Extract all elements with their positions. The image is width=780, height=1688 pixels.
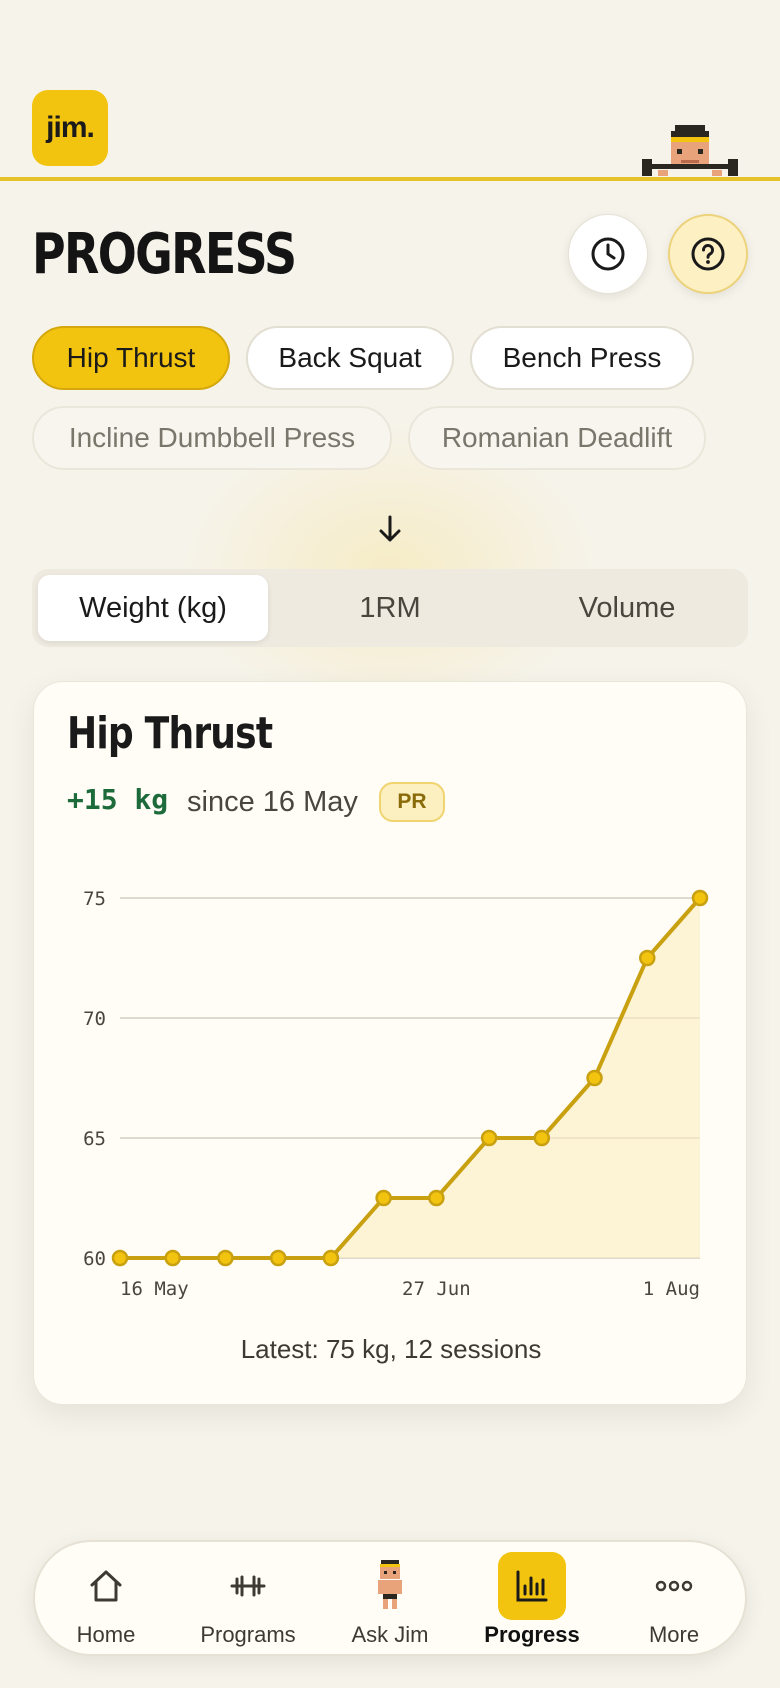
exercise-chip-romanian-deadlift[interactable]: Romanian Deadlift bbox=[408, 406, 706, 470]
x-tick-label: 16 May bbox=[120, 1278, 189, 1300]
clock-icon bbox=[591, 237, 625, 271]
y-tick-label: 65 bbox=[83, 1128, 106, 1150]
chart-point[interactable] bbox=[269, 1249, 287, 1267]
y-tick-label: 60 bbox=[83, 1248, 106, 1270]
progress-chart: 60 65 70 75 16 May 27 Jun 1 Aug bbox=[83, 888, 709, 1300]
metric-tab-1rm[interactable]: 1RM bbox=[275, 575, 505, 641]
app-logo[interactable]: jim. bbox=[32, 90, 108, 166]
chart-caption: Latest: 75 kg, 12 sessions bbox=[240, 1334, 542, 1364]
chart-point[interactable] bbox=[639, 949, 656, 967]
history-button[interactable] bbox=[568, 214, 648, 294]
bar-chart-icon bbox=[498, 1552, 566, 1620]
nav-label-more: More bbox=[648, 1622, 700, 1647]
exercise-chip-back-squat[interactable]: Back Squat bbox=[246, 326, 454, 390]
chart-point[interactable] bbox=[164, 1249, 181, 1267]
chart-point[interactable] bbox=[375, 1189, 392, 1207]
exercise-chip-bench-press[interactable]: Bench Press bbox=[470, 326, 694, 390]
nav-label-progress: Progress bbox=[484, 1622, 580, 1647]
home-icon bbox=[72, 1552, 140, 1620]
chart-point[interactable] bbox=[480, 1129, 498, 1147]
bottom-nav: Home Programs Ask Jim Progress More bbox=[33, 1540, 747, 1656]
chart-point[interactable] bbox=[533, 1129, 551, 1147]
nav-more[interactable]: More bbox=[603, 1542, 745, 1658]
chart-point[interactable] bbox=[586, 1069, 603, 1087]
progress-card: Hip Thrust +15 kg since 16 May PR 60 65 70… bbox=[33, 681, 747, 1405]
lifting-mascot-icon bbox=[642, 125, 738, 176]
x-tick-label: 1 Aug bbox=[643, 1278, 700, 1300]
help-button[interactable] bbox=[668, 214, 748, 294]
app-header: jim. bbox=[0, 0, 780, 182]
nav-label-home: Home bbox=[76, 1622, 136, 1647]
chart-point[interactable] bbox=[322, 1249, 340, 1267]
metric-segmented-control: Weight (kg) 1RM Volume bbox=[32, 569, 748, 647]
chart-area bbox=[120, 898, 700, 1258]
y-tick-label: 70 bbox=[83, 1008, 106, 1030]
y-tick-label: 75 bbox=[83, 888, 106, 910]
mascot-icon bbox=[356, 1552, 424, 1620]
arrow-down-icon[interactable] bbox=[376, 514, 404, 544]
nav-ask-jim[interactable]: Ask Jim bbox=[319, 1542, 461, 1658]
x-tick-label: 27 Jun bbox=[402, 1278, 471, 1300]
metric-tab-weight[interactable]: Weight (kg) bbox=[38, 575, 268, 641]
nav-label-programs: Programs bbox=[200, 1622, 296, 1647]
nav-progress[interactable]: Progress bbox=[461, 1542, 603, 1658]
nav-programs[interactable]: Programs bbox=[177, 1542, 319, 1658]
exercise-chip-incline-dumbbell-press[interactable]: Incline Dumbbell Press bbox=[32, 406, 392, 470]
chart-point[interactable] bbox=[111, 1249, 129, 1267]
dumbbell-icon bbox=[214, 1552, 282, 1620]
exercise-chip-hip-thrust[interactable]: Hip Thrust bbox=[32, 326, 230, 390]
nav-home[interactable]: Home bbox=[35, 1542, 177, 1658]
chart-point[interactable] bbox=[691, 889, 709, 907]
more-dots-icon bbox=[640, 1552, 708, 1620]
nav-label-ask-jim: Ask Jim bbox=[351, 1622, 429, 1647]
chart-point[interactable] bbox=[217, 1249, 234, 1267]
help-circle-icon bbox=[691, 237, 725, 271]
metric-tab-volume[interactable]: Volume bbox=[512, 575, 742, 641]
chart-point[interactable] bbox=[428, 1189, 445, 1207]
page-title: PROGRESS bbox=[32, 222, 297, 287]
